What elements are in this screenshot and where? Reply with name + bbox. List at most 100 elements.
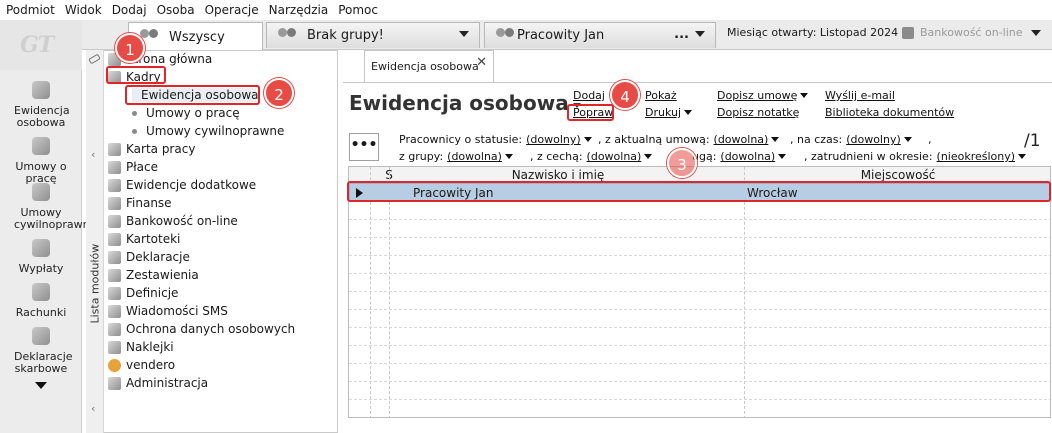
table-row[interactable] [349, 256, 1050, 274]
month-value[interactable]: Listopad 2024 r. [820, 26, 909, 39]
more-options-button[interactable]: ••• [349, 133, 379, 161]
chevron-down-icon[interactable] [1030, 29, 1041, 36]
module-label: Kartoteki [126, 232, 181, 246]
filter-label: z grupy: [399, 150, 444, 163]
quick-deklaracje[interactable]: Deklaracje skarbowe [0, 326, 82, 375]
module-list-label: Lista modułów [88, 243, 102, 324]
table-row[interactable] [349, 382, 1050, 400]
chevron-down-icon[interactable] [684, 110, 693, 115]
menu-dodaj[interactable]: Dodaj [112, 3, 147, 17]
table-row[interactable] [349, 220, 1050, 238]
dopisz-notatke-link[interactable]: Dopisz notatkę [717, 106, 799, 119]
chevron-left-icon[interactable]: ‹ [91, 402, 95, 415]
chevron-down-icon[interactable] [778, 154, 787, 159]
wyslij-email-link[interactable]: Wyślij e-mail [825, 89, 895, 102]
table-row[interactable] [349, 274, 1050, 292]
module-umowy-cywilnoprawne[interactable]: Umowy cywilnoprawne [132, 124, 284, 138]
filter-value[interactable]: (dowolna) [587, 150, 642, 163]
chevron-down-icon[interactable] [800, 93, 809, 98]
quick-umowy-cywilnoprawne[interactable]: Umowy cywilnoprawne [0, 182, 96, 231]
table-row[interactable] [349, 202, 1050, 220]
menu-widok[interactable]: Widok [65, 3, 102, 17]
module-kartoteki[interactable]: Kartoteki [108, 232, 180, 246]
close-icon[interactable]: ✕ [476, 55, 487, 70]
drukuj-link[interactable]: Drukuj [645, 106, 693, 119]
finance-icon [108, 196, 121, 210]
table-row[interactable] [349, 346, 1050, 364]
chevron-left-icon[interactable]: ‹ [91, 148, 95, 161]
module-definicje[interactable]: Definicje [108, 286, 178, 300]
module-naklejki[interactable]: Naklejki [108, 340, 174, 354]
quick-ewidencja[interactable]: Ewidencja osobowa [0, 80, 82, 129]
menu-pomoc[interactable]: Pomoc [338, 3, 378, 17]
more-dots[interactable]: ... [674, 27, 689, 42]
scroll-down-icon[interactable] [35, 382, 47, 389]
chevron-down-icon[interactable] [903, 137, 912, 142]
module-place[interactable]: Płace [108, 160, 158, 174]
bullet-icon [132, 110, 137, 116]
filter-value[interactable]: (dowolny) [846, 133, 901, 146]
pokaz-link[interactable]: Pokaż [645, 89, 677, 102]
module-administracja[interactable]: Administracja [108, 376, 208, 390]
group-tab-brak-grupy[interactable]: Brak grupy! [266, 22, 480, 48]
menu-operacje[interactable]: Operacje [205, 3, 259, 17]
column-header-city[interactable]: Miejscowość [745, 168, 1050, 182]
chevron-down-icon[interactable] [695, 31, 705, 37]
chevron-down-icon[interactable] [1018, 154, 1027, 159]
quick-rachunki[interactable]: Rachunki [0, 282, 82, 319]
filter-value[interactable]: (nieokreślony) [937, 150, 1016, 163]
chevron-down-icon[interactable] [771, 137, 780, 142]
module-deklaracje[interactable]: Deklaracje [108, 250, 190, 264]
menu-podmiot[interactable]: Podmiot [6, 3, 55, 17]
callout-badge-4: 4 [610, 80, 640, 110]
table-row[interactable] [349, 328, 1050, 346]
chevron-down-icon[interactable] [459, 31, 469, 37]
highlight-ewidencja [125, 85, 260, 105]
pin-icon[interactable] [88, 53, 101, 65]
files-icon [108, 232, 121, 246]
quick-wyplaty[interactable]: Wypłaty [0, 238, 82, 275]
group-tab-label: Wszyscy [169, 29, 225, 45]
filter-okres: , zatrudnieni w okresie: (nieokreślony) [804, 150, 1027, 163]
table-row[interactable] [349, 292, 1050, 310]
module-finanse[interactable]: Finanse [108, 196, 172, 210]
module-zestawienia[interactable]: Zestawienia [108, 268, 199, 282]
module-label: Ochrona danych osobowych [126, 322, 296, 336]
module-label: Płace [126, 160, 158, 174]
table-row[interactable] [349, 364, 1050, 382]
group-tab-wszyscy[interactable]: Wszyscy [128, 22, 263, 51]
bank-online-button[interactable]: Bankowość on-line [902, 26, 1041, 39]
filter-value[interactable]: (dowolny) [526, 133, 581, 146]
filter-czas: , na czas: (dowolny) [790, 133, 912, 146]
filter-value[interactable]: (dowolna) [714, 133, 769, 146]
menu-narzedzia[interactable]: Narzędzia [269, 3, 329, 17]
document-tab[interactable]: Ewidencja osobowa ✕ [364, 50, 494, 82]
module-karta-pracy[interactable]: Karta pracy [108, 142, 195, 156]
group-tab-person[interactable]: Pracowity Jan ... [484, 22, 716, 48]
module-list-tab[interactable]: ‹ Lista modułów ‹ [86, 50, 104, 433]
module-bankowosc[interactable]: Bankowość on-line [108, 214, 238, 228]
dodaj-link[interactable]: Dodaj [573, 89, 605, 102]
menu-osoba[interactable]: Osoba [157, 3, 195, 17]
table-row[interactable] [349, 310, 1050, 328]
module-ochrona-danych[interactable]: Ochrona danych osobowych [108, 322, 295, 336]
dopisz-umowe-link[interactable]: Dopisz umowę [717, 89, 809, 102]
filter-value[interactable]: (dowolna) [720, 150, 775, 163]
biblioteka-link[interactable]: Biblioteka dokumentów [825, 106, 954, 119]
quick-umowy-o-prace[interactable]: Umowy o pracę [0, 136, 82, 185]
chevron-down-icon[interactable] [504, 154, 513, 159]
module-label: Umowy cywilnoprawne [146, 124, 285, 138]
table-row[interactable] [349, 400, 1050, 417]
chevron-down-icon[interactable] [583, 137, 592, 142]
page-title[interactable]: Ewidencja osobowa [349, 91, 581, 115]
module-vendero[interactable]: vendero [108, 358, 175, 372]
privacy-icon [108, 322, 121, 336]
module-sms[interactable]: Wiadomości SMS [108, 304, 228, 318]
filter-value[interactable]: (dowolna) [447, 150, 502, 163]
chevron-down-icon[interactable] [644, 154, 653, 159]
table-row[interactable] [349, 238, 1050, 256]
filter-label: , z aktualną umową: [598, 133, 710, 146]
payment-icon [26, 238, 56, 260]
module-ewidencje-dodatkowe[interactable]: Ewidencje dodatkowe [108, 178, 256, 192]
module-umowy-o-prace[interactable]: Umowy o pracę [132, 106, 240, 120]
